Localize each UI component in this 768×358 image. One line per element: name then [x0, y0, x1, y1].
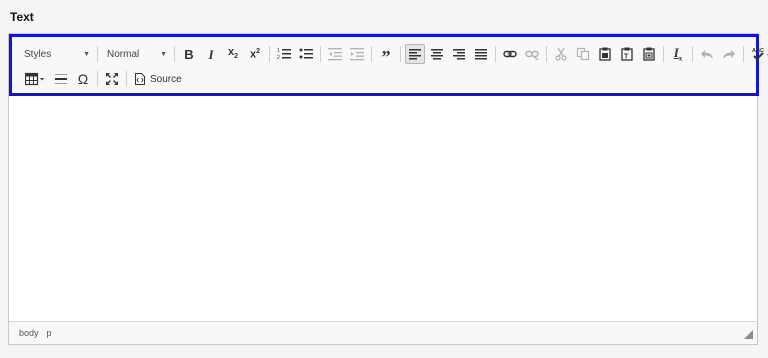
toolbar-separator: [174, 46, 175, 62]
table-icon: [25, 72, 44, 86]
clipboard-icon: [599, 47, 611, 61]
toolbar-row-2: Ω Source: [12, 67, 186, 91]
toolbar-separator: [663, 46, 664, 62]
align-center-icon: [431, 49, 443, 60]
editor-toolbar: Styles ▼ Normal ▼ B I x2 x2 12 ” T Ix AB…: [9, 34, 768, 96]
maximize-icon: [106, 73, 118, 85]
quote-icon: ”: [381, 47, 391, 67]
toolbar-separator: [743, 46, 744, 62]
svg-text:1: 1: [277, 48, 280, 54]
align-center-button[interactable]: [427, 44, 447, 64]
chevron-down-icon: ▼: [83, 50, 90, 58]
remove-format-button[interactable]: Ix: [668, 44, 688, 64]
horizontal-line-button[interactable]: [51, 69, 71, 89]
outdent-icon: [328, 48, 342, 61]
copy-icon: [576, 47, 590, 61]
link-button[interactable]: [500, 44, 520, 64]
superscript-button[interactable]: x2: [245, 44, 265, 64]
spellcheck-button[interactable]: ABC: [748, 44, 768, 64]
paste-button[interactable]: [595, 44, 615, 64]
blockquote-button[interactable]: ”: [376, 44, 396, 67]
numbered-list-button[interactable]: 12: [274, 44, 294, 64]
styles-dropdown-value: Styles: [24, 48, 52, 60]
horizontal-line-icon: [55, 74, 67, 84]
bulleted-list-button[interactable]: [296, 44, 316, 64]
special-character-button[interactable]: Ω: [73, 69, 93, 89]
source-icon: [135, 73, 145, 85]
italic-button[interactable]: I: [201, 44, 221, 64]
paste-word-icon: [643, 47, 655, 61]
align-right-icon: [453, 49, 465, 60]
format-dropdown[interactable]: Normal ▼: [101, 44, 171, 64]
element-path-body[interactable]: body: [19, 328, 39, 338]
undo-icon: [701, 50, 713, 59]
source-button[interactable]: Source: [130, 69, 186, 89]
bold-button[interactable]: B: [179, 44, 199, 64]
editor-statusbar: body p: [9, 321, 757, 344]
svg-text:2: 2: [277, 55, 280, 61]
resize-handle-icon[interactable]: [744, 330, 753, 339]
paste-text-icon: T: [621, 47, 633, 61]
align-left-icon: [409, 49, 421, 60]
toolbar-row-1: Styles ▼ Normal ▼ B I x2 x2 12 ” T Ix AB…: [12, 42, 768, 66]
toolbar-separator: [97, 71, 98, 87]
svg-text:T: T: [624, 54, 629, 61]
toolbar-separator: [400, 46, 401, 62]
cut-button[interactable]: [551, 44, 571, 64]
paste-text-button[interactable]: T: [617, 44, 637, 64]
superscript-icon: x2: [249, 47, 261, 61]
editor-content-area[interactable]: [9, 96, 757, 322]
undo-button[interactable]: [697, 44, 717, 64]
align-right-button[interactable]: [449, 44, 469, 64]
source-button-label: Source: [150, 73, 182, 85]
redo-icon: [723, 50, 735, 59]
toolbar-separator: [269, 46, 270, 62]
align-justify-icon: [475, 49, 487, 60]
toolbar-separator: [692, 46, 693, 62]
omega-icon: Ω: [77, 71, 89, 87]
bulleted-list-icon: [299, 48, 313, 59]
element-path-p[interactable]: p: [47, 328, 52, 338]
decrease-indent-button[interactable]: [325, 44, 345, 64]
align-left-button[interactable]: [405, 44, 425, 64]
spellcheck-icon: ABC: [752, 48, 768, 61]
indent-icon: [350, 48, 364, 61]
toolbar-separator: [320, 46, 321, 62]
numbered-list-icon: 12: [277, 48, 291, 61]
toolbar-separator: [371, 46, 372, 62]
toolbar-separator: [97, 46, 98, 62]
justify-button[interactable]: [471, 44, 491, 64]
toolbar-separator: [546, 46, 547, 62]
bold-icon: B: [184, 46, 194, 62]
unlink-button[interactable]: [522, 44, 542, 64]
italic-icon: I: [208, 46, 214, 62]
subscript-button[interactable]: x2: [223, 44, 243, 64]
copy-button[interactable]: [573, 44, 593, 64]
field-label: Text: [10, 10, 34, 24]
format-dropdown-value: Normal: [107, 48, 140, 60]
scissors-icon: [555, 47, 567, 61]
toolbar-separator: [126, 71, 127, 87]
rich-text-editor: Styles ▼ Normal ▼ B I x2 x2 12 ” T Ix AB…: [8, 33, 768, 345]
toolbar-separator: [495, 46, 496, 62]
remove-format-icon: Ix: [673, 44, 683, 63]
subscript-icon: x2: [227, 46, 239, 61]
paste-from-word-button[interactable]: [639, 44, 659, 64]
styles-dropdown[interactable]: Styles ▼: [18, 44, 94, 64]
chevron-down-icon: ▼: [160, 50, 167, 58]
unlink-icon: [525, 50, 539, 61]
redo-button[interactable]: [719, 44, 739, 64]
link-icon: [503, 50, 517, 58]
table-button[interactable]: [21, 69, 49, 89]
increase-indent-button[interactable]: [347, 44, 367, 64]
maximize-button[interactable]: [102, 69, 122, 89]
